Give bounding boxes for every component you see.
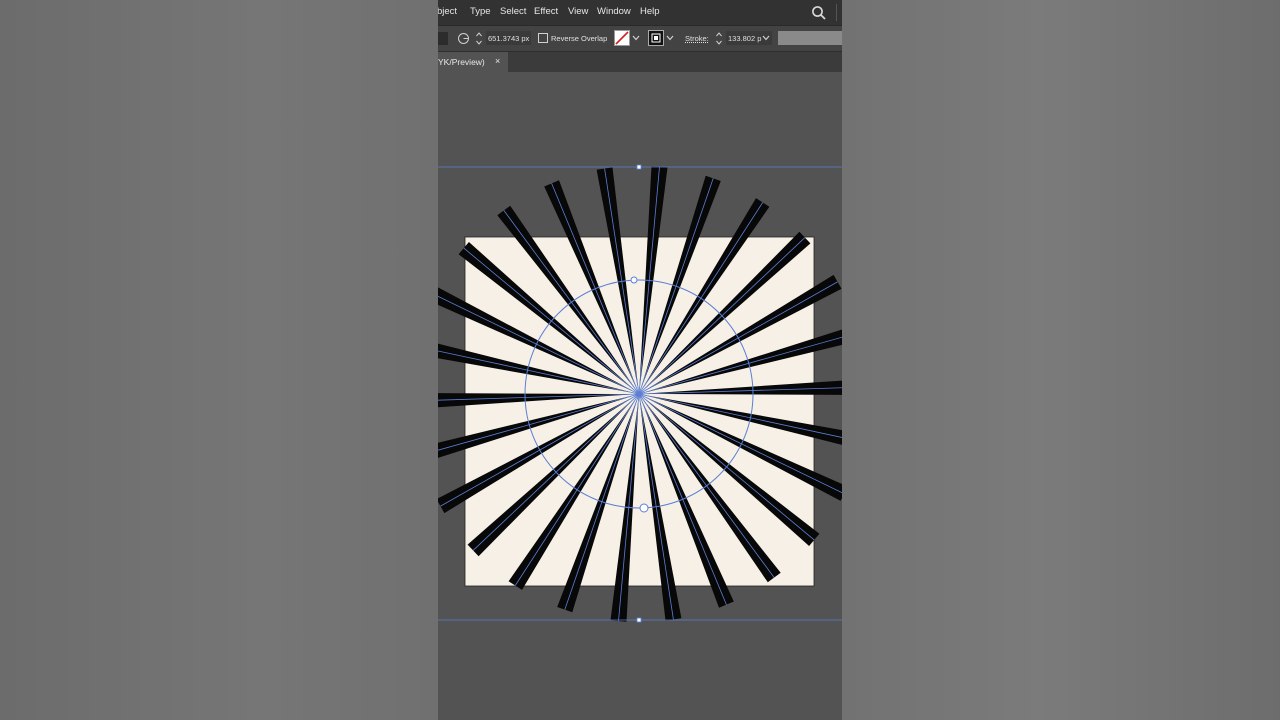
stroke-stepper-icon[interactable] xyxy=(715,31,723,46)
close-icon[interactable]: × xyxy=(495,56,500,66)
right-blur-panel xyxy=(842,0,1280,720)
menu-object[interactable]: bject xyxy=(438,6,457,17)
artwork-svg xyxy=(438,164,842,623)
search-icon[interactable] xyxy=(811,5,827,21)
illustrator-window: bject Type Select Effect View Window Hel… xyxy=(438,0,842,720)
radius-field[interactable]: 651.3743 px xyxy=(486,31,531,45)
chevron-down-icon[interactable] xyxy=(632,35,640,41)
fill-none-swatch[interactable] xyxy=(614,30,630,46)
menu-type[interactable]: Type xyxy=(470,6,491,17)
menu-effect[interactable]: Effect xyxy=(534,6,558,17)
control-bar-edge xyxy=(438,32,448,45)
stroke-weight-value: 133.802 p xyxy=(728,34,762,43)
checkbox-icon[interactable] xyxy=(538,33,548,43)
reverse-overlap-label: Reverse Overlap xyxy=(551,34,608,43)
stroke-label[interactable]: Stroke: xyxy=(685,34,709,43)
center-point xyxy=(636,391,642,397)
document-tab-title: YK/Preview) xyxy=(438,57,485,67)
radius-stepper-icon[interactable] xyxy=(475,31,483,46)
left-blur-panel xyxy=(0,0,438,720)
circle-anchor-point[interactable] xyxy=(630,276,638,284)
control-bar: 651.3743 px Reverse Overlap Stroke: 133.… xyxy=(438,26,842,52)
stroke-swatch[interactable] xyxy=(648,30,664,46)
radius-widget-handle[interactable] xyxy=(639,503,649,513)
bounding-box-handle-top[interactable] xyxy=(636,164,642,170)
menu-bar: bject Type Select Effect View Window Hel… xyxy=(438,0,842,26)
menu-window[interactable]: Window xyxy=(597,6,631,17)
menu-select[interactable]: Select xyxy=(500,6,526,17)
document-tab-bar: YK/Preview) × xyxy=(438,52,842,72)
radius-value: 651.3743 px xyxy=(488,34,530,43)
canvas-area[interactable] xyxy=(438,72,842,720)
document-tab[interactable]: YK/Preview) × xyxy=(438,52,508,72)
variable-width-profile[interactable] xyxy=(778,31,842,45)
bounding-box-handle-bottom[interactable] xyxy=(636,617,642,623)
chevron-down-icon[interactable] xyxy=(762,35,770,41)
menu-help[interactable]: Help xyxy=(640,6,660,17)
menu-divider xyxy=(836,4,837,21)
radius-icon xyxy=(458,33,469,44)
menu-view[interactable]: View xyxy=(568,6,588,17)
chevron-down-icon[interactable] xyxy=(666,35,674,41)
